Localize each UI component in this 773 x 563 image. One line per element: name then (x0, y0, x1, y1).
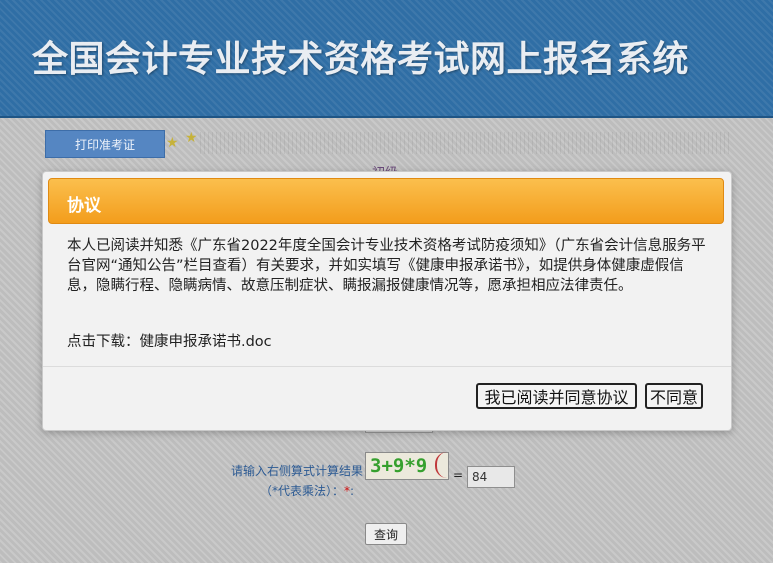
captcha-note: （*代表乘法）：*: (260, 482, 354, 499)
modal-divider (43, 366, 731, 367)
captcha-colon: : (350, 484, 355, 498)
tab-strip (200, 132, 730, 154)
agreement-text: 本人已阅读并知悉《广东省2022年度全国会计专业技术资格考试防疫须知》（广东省会… (67, 238, 706, 294)
site-title: 全国会计专业技术资格考试网上报名系统 (32, 39, 690, 80)
captcha-input[interactable] (467, 466, 515, 488)
captcha-note-text: （*代表乘法）： (260, 484, 345, 498)
download-link[interactable]: 点击下载：健康申报承诺书.doc (67, 330, 272, 351)
agree-button[interactable]: 我已阅读并同意协议 (476, 383, 637, 409)
star-icon: ★ (185, 130, 198, 146)
print-admission-tab[interactable]: 打印准考证 (45, 130, 165, 158)
site-header: 全国会计专业技术资格考试网上报名系统 (0, 0, 773, 118)
agreement-modal: 协议 本人已阅读并知悉《广东省2022年度全国会计专业技术资格考试防疫须知》（广… (42, 171, 732, 431)
star-icon: ★ (166, 135, 179, 151)
equals-sign: = (453, 468, 464, 482)
captcha-label: 请输入右侧算式计算结果 (231, 464, 364, 478)
query-button[interactable]: 查询 (365, 523, 407, 545)
modal-title: 协议 (67, 196, 101, 216)
disagree-button[interactable]: 不同意 (645, 383, 703, 409)
modal-header: 协议 (48, 178, 724, 224)
